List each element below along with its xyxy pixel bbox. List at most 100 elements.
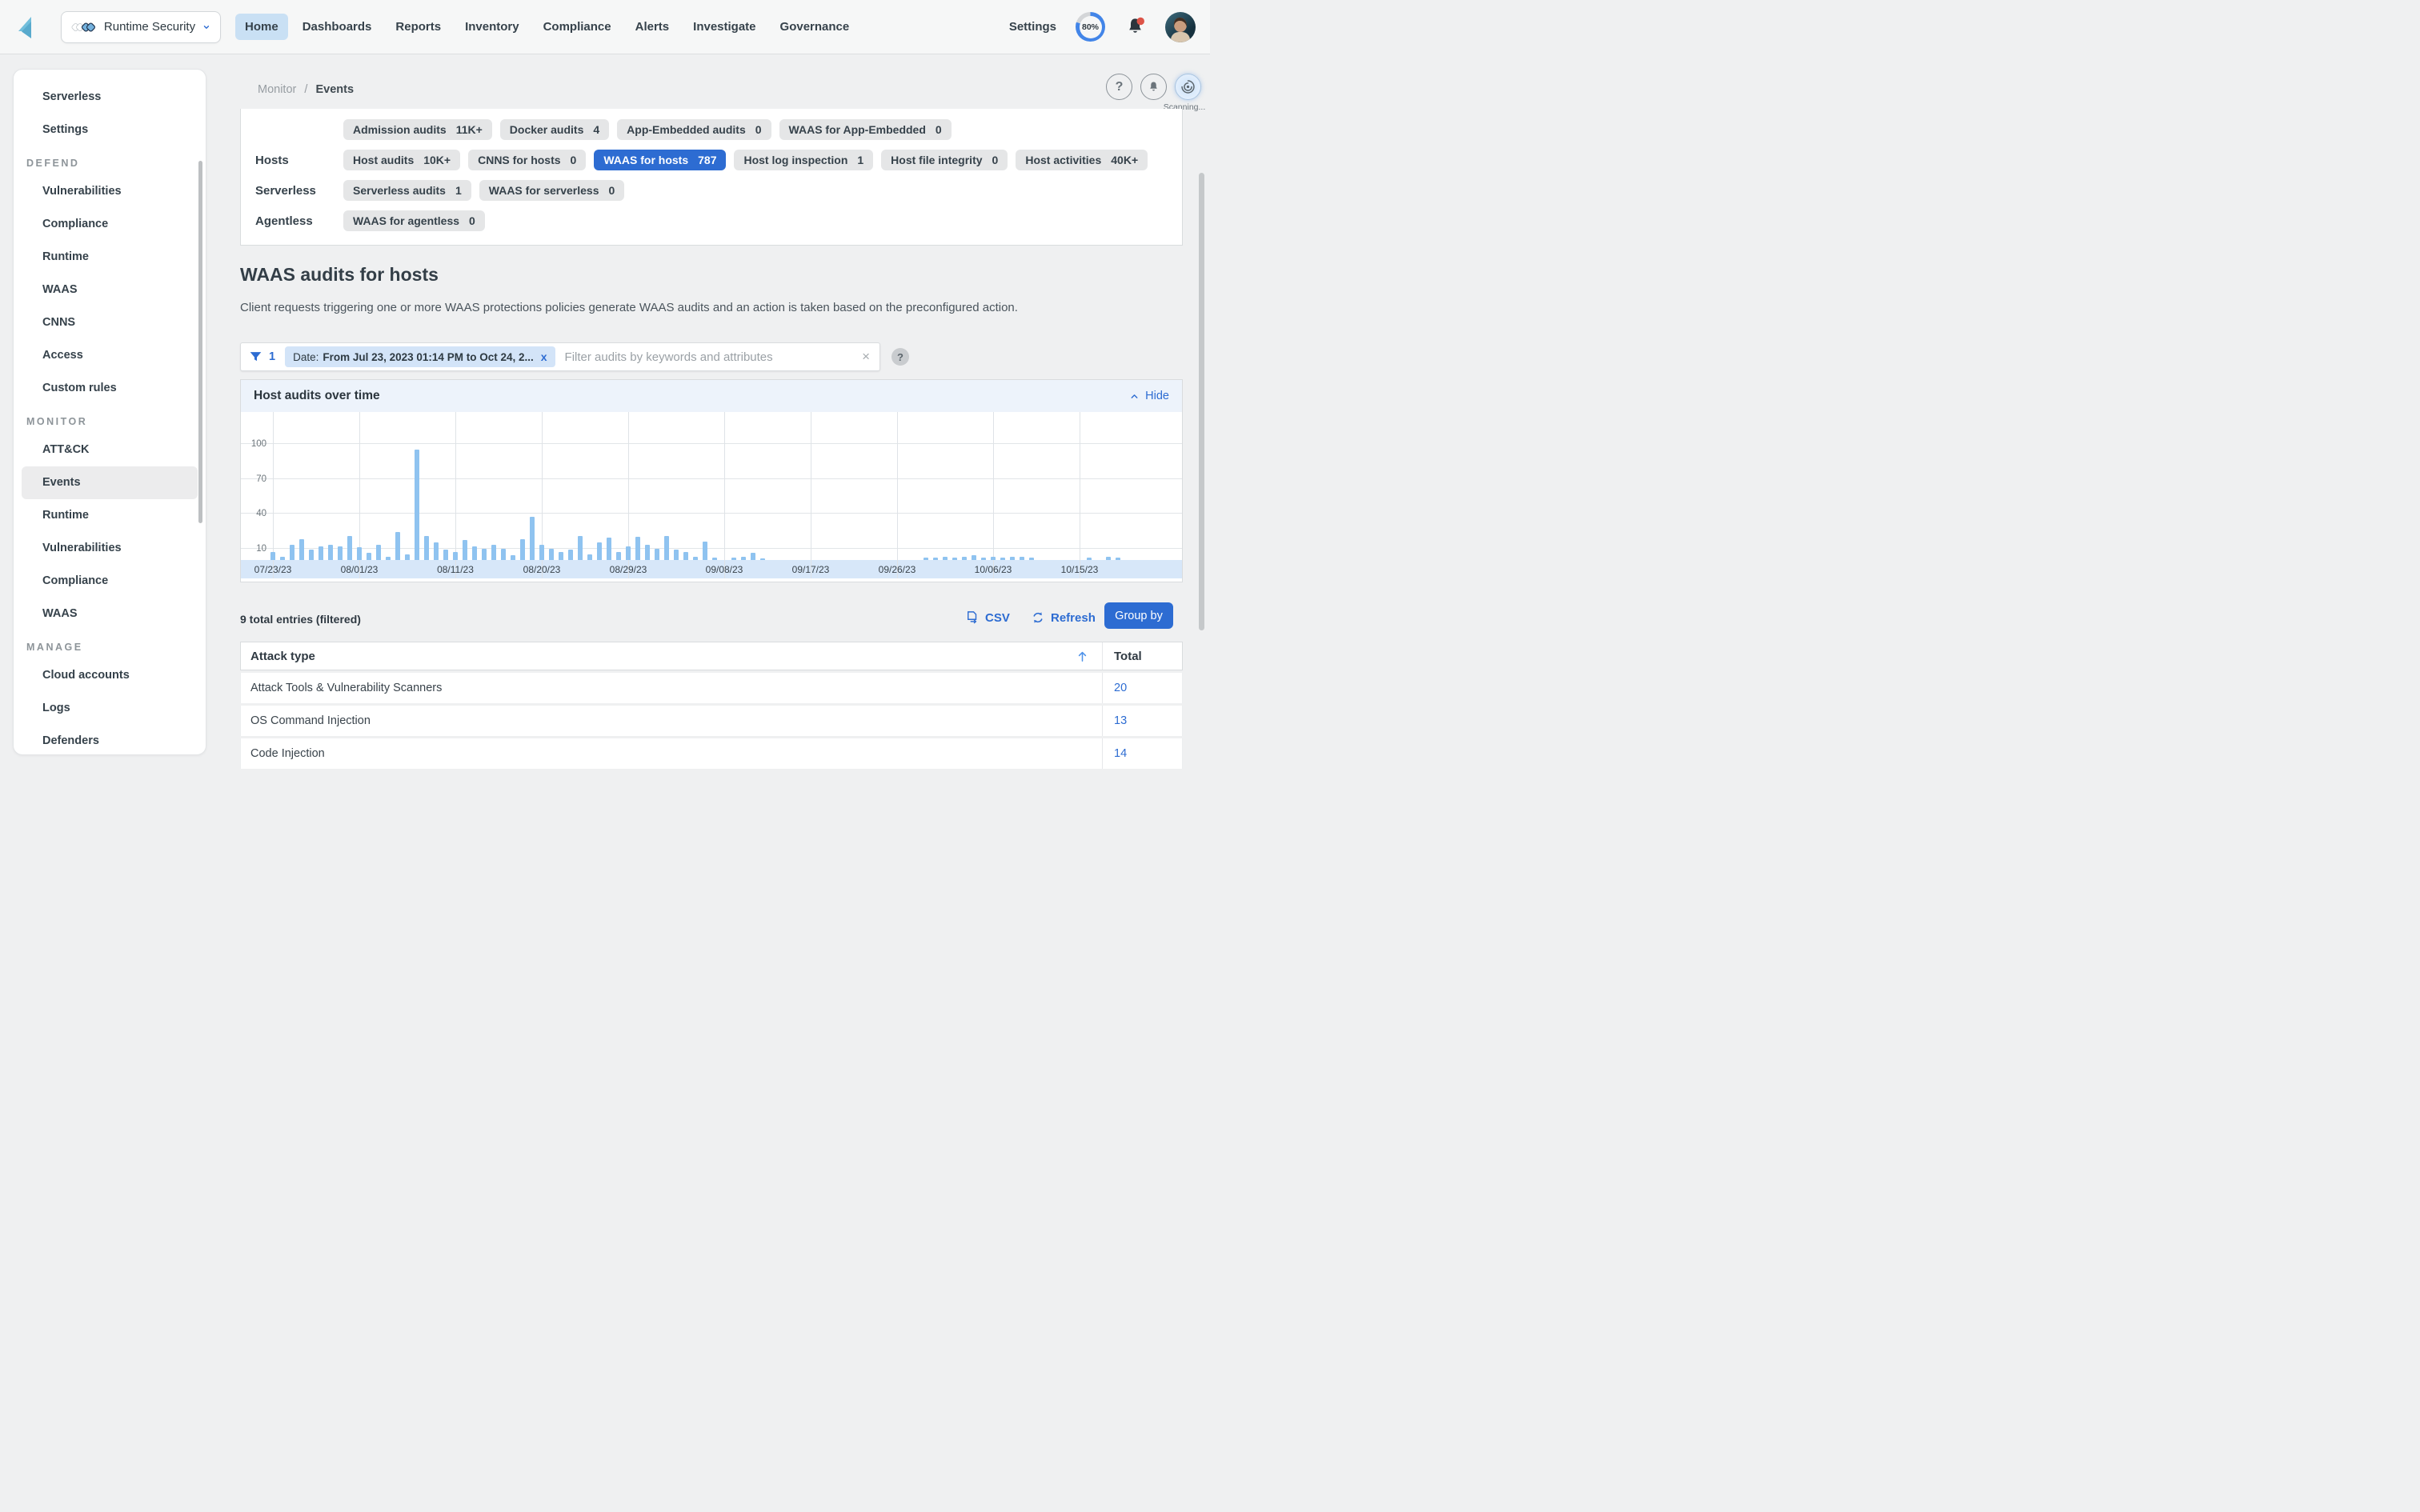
group-by-button[interactable]: Group by <box>1104 602 1173 629</box>
chart-bar[interactable] <box>328 545 333 560</box>
audit-chip-waas-for-serverless[interactable]: WAAS for serverless0 <box>479 180 625 201</box>
chart-bar[interactable] <box>568 550 573 560</box>
sidebar-item-settings[interactable]: Settings <box>22 114 198 146</box>
clear-filter-icon[interactable]: × <box>862 349 870 365</box>
chart-bar[interactable] <box>1116 558 1120 560</box>
chart-bar[interactable] <box>578 536 583 560</box>
chart-bar[interactable] <box>280 557 285 560</box>
audit-chip-waas-for-agentless[interactable]: WAAS for agentless0 <box>343 210 485 231</box>
chart-bar[interactable] <box>511 555 515 560</box>
audit-chip-host-audits[interactable]: Host audits10K+ <box>343 150 460 170</box>
sidebar-item-access[interactable]: Access <box>22 339 198 372</box>
nav-inventory[interactable]: Inventory <box>455 14 529 40</box>
chart-bar[interactable] <box>415 450 419 560</box>
chart-bar[interactable] <box>1087 558 1092 560</box>
sidebar-item-compliance[interactable]: Compliance <box>22 565 198 598</box>
table-row[interactable]: Attack Tools & Vulnerability Scanners20 <box>240 673 1183 703</box>
table-row[interactable]: OS Command Injection13 <box>240 706 1183 736</box>
chart-bar[interactable] <box>549 549 554 561</box>
table-row[interactable]: Code Injection14 <box>240 738 1183 769</box>
chart-bar[interactable] <box>367 553 371 560</box>
hide-chart-control[interactable]: Hide <box>1129 390 1169 402</box>
chart-bar[interactable] <box>655 549 659 561</box>
audit-chip-cnns-for-hosts[interactable]: CNNS for hosts0 <box>468 150 586 170</box>
sidebar-item-cnns[interactable]: CNNS <box>22 306 198 339</box>
chart-bar[interactable] <box>1029 558 1034 560</box>
nav-compliance[interactable]: Compliance <box>534 14 621 40</box>
nav-investigate[interactable]: Investigate <box>683 14 765 40</box>
chart-bar[interactable] <box>1010 557 1015 560</box>
chart-bar[interactable] <box>482 549 487 561</box>
chart-bar[interactable] <box>751 553 755 560</box>
chart-bar[interactable] <box>376 545 381 560</box>
audit-chip-waas-for-hosts[interactable]: WAAS for hosts787 <box>594 150 726 170</box>
audit-chip-docker-audits[interactable]: Docker audits4 <box>500 119 609 140</box>
sidebar-item-runtime[interactable]: Runtime <box>22 499 198 532</box>
chart-bar[interactable] <box>290 545 294 560</box>
csv-button[interactable]: CSV <box>965 610 1010 625</box>
chart-bar[interactable] <box>491 545 496 560</box>
audit-chip-serverless-audits[interactable]: Serverless audits1 <box>343 180 471 201</box>
chart-bar[interactable] <box>943 557 948 560</box>
chart-bar[interactable] <box>539 545 544 560</box>
page-scrollbar[interactable] <box>1199 173 1204 630</box>
audit-chip-host-file-integrity[interactable]: Host file integrity0 <box>881 150 1008 170</box>
chart-bar[interactable] <box>463 540 467 560</box>
refresh-button[interactable]: Refresh <box>1031 610 1096 625</box>
total-link[interactable]: 13 <box>1114 714 1127 727</box>
sidebar-scrollbar[interactable] <box>198 161 202 523</box>
sidebar-item-att-ck[interactable]: ATT&CK <box>22 434 198 466</box>
sidebar-item-waas[interactable]: WAAS <box>22 274 198 306</box>
usage-ring[interactable]: 80% <box>1076 12 1105 42</box>
chart-bar[interactable] <box>962 557 967 560</box>
chart-bar[interactable] <box>424 536 429 560</box>
chart-bar[interactable] <box>347 536 352 560</box>
nav-alerts[interactable]: Alerts <box>626 14 679 40</box>
total-link[interactable]: 20 <box>1114 682 1127 694</box>
chart-bar[interactable] <box>395 532 400 560</box>
chart-bar[interactable] <box>972 555 976 560</box>
product-switcher[interactable]: Runtime Security <box>61 11 221 43</box>
chart-bar[interactable] <box>664 536 669 560</box>
settings-link[interactable]: Settings <box>1009 20 1056 34</box>
chart-bar[interactable] <box>587 554 592 560</box>
date-chip-remove-icon[interactable]: x <box>541 350 547 363</box>
chart-bar[interactable] <box>712 558 717 560</box>
chart-bar[interactable] <box>559 552 563 560</box>
chart-bar[interactable] <box>731 558 736 560</box>
chart-bar[interactable] <box>933 558 938 560</box>
chart-bar[interactable] <box>760 558 765 560</box>
scanning-status-icon[interactable] <box>1175 74 1201 100</box>
filter-input[interactable] <box>565 350 863 364</box>
chart-bar[interactable] <box>386 557 391 560</box>
chart-bar[interactable] <box>693 557 698 560</box>
chart-bar[interactable] <box>530 517 535 560</box>
chart-bar[interactable] <box>991 557 996 560</box>
sort-ascending-icon[interactable] <box>1076 650 1089 663</box>
nav-reports[interactable]: Reports <box>386 14 451 40</box>
chart-bar[interactable] <box>741 557 746 560</box>
filter-help-icon[interactable]: ? <box>891 348 909 366</box>
chart-bar[interactable] <box>607 538 611 560</box>
sidebar-item-compliance[interactable]: Compliance <box>22 208 198 241</box>
chart-bar[interactable] <box>703 542 707 560</box>
sidebar-item-serverless[interactable]: Serverless <box>22 81 198 114</box>
chart-bar[interactable] <box>319 546 323 560</box>
audit-chip-app-embedded-audits[interactable]: App-Embedded audits0 <box>617 119 771 140</box>
breadcrumb-parent[interactable]: Monitor <box>258 83 296 96</box>
chart-bar[interactable] <box>270 552 275 560</box>
sidebar-item-waas[interactable]: WAAS <box>22 598 198 630</box>
chart-bar[interactable] <box>1106 557 1111 560</box>
audit-chip-waas-for-app-embedded[interactable]: WAAS for App-Embedded0 <box>779 119 952 140</box>
chart-bar[interactable] <box>472 546 477 560</box>
chart-bar[interactable] <box>434 542 439 560</box>
nav-dashboards[interactable]: Dashboards <box>293 14 382 40</box>
total-link[interactable]: 14 <box>1114 747 1127 760</box>
sidebar-item-defenders[interactable]: Defenders <box>22 725 198 755</box>
chart-bar[interactable] <box>626 546 631 560</box>
chart-bar[interactable] <box>338 546 343 560</box>
chart-bar[interactable] <box>1020 557 1024 560</box>
chart-bar[interactable] <box>674 550 679 560</box>
chart-bar[interactable] <box>1000 558 1005 560</box>
help-icon[interactable]: ? <box>1106 74 1132 100</box>
